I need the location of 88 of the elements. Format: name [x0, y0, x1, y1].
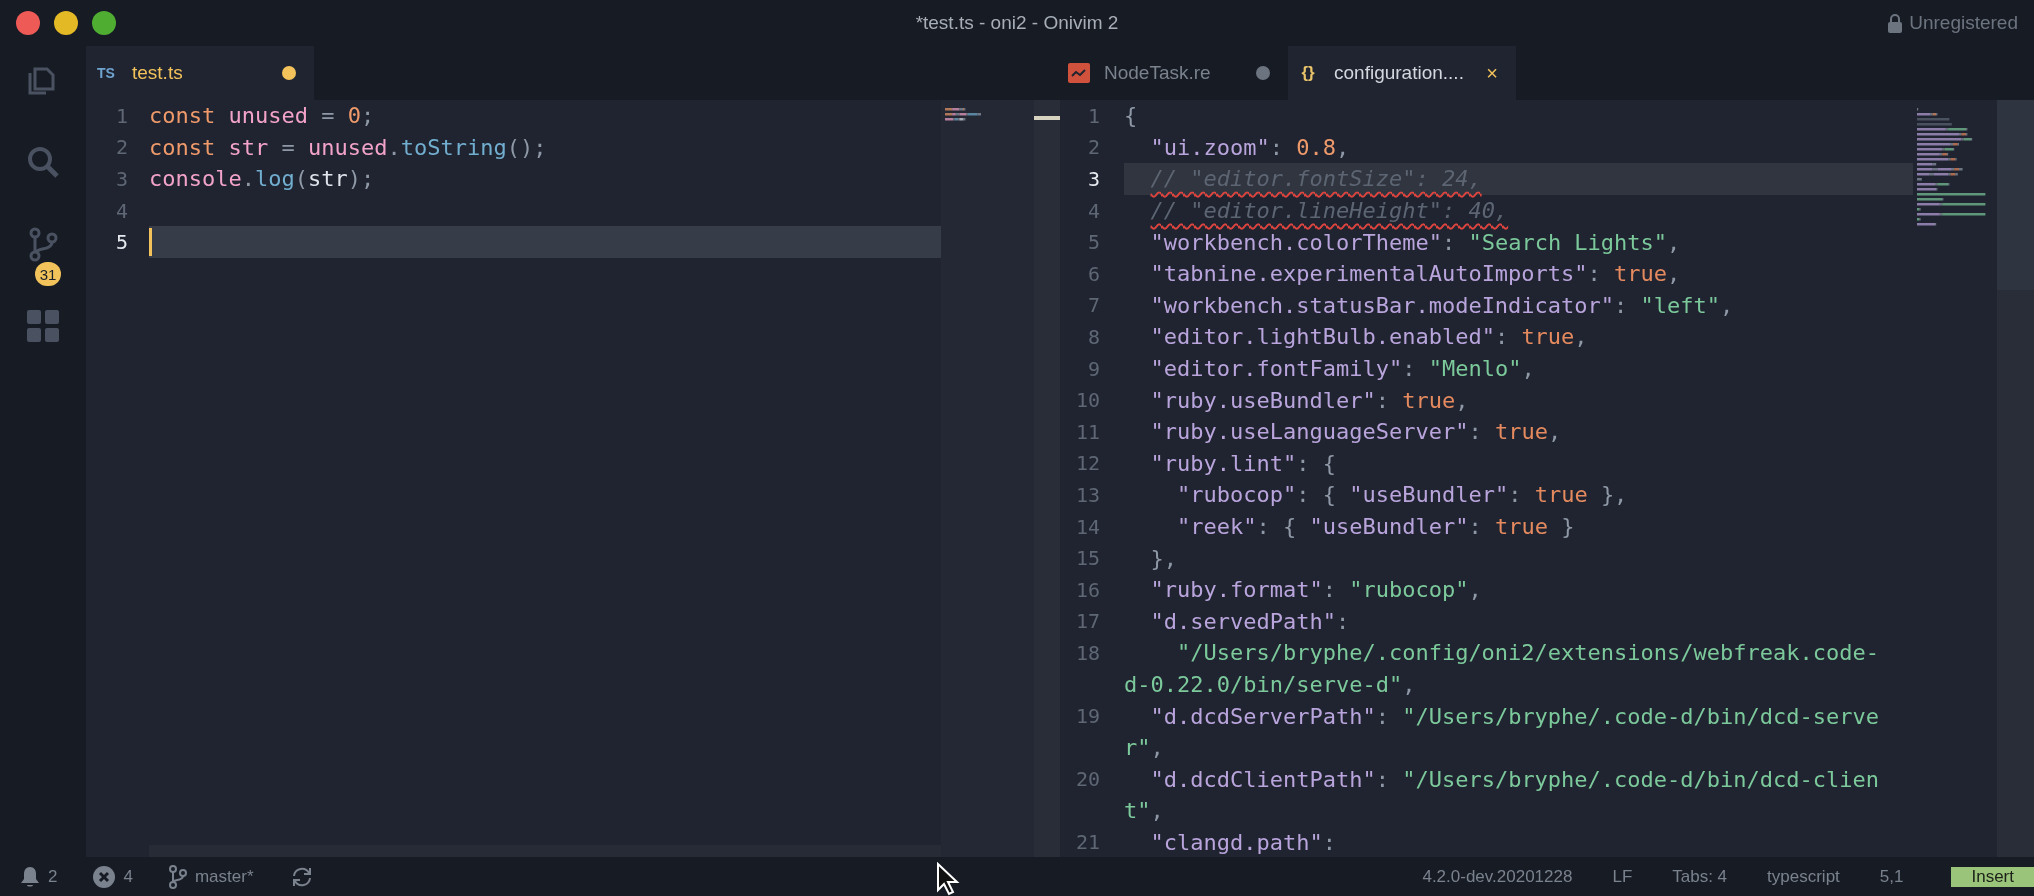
code-line: console.log(str);	[149, 166, 375, 192]
modified-dot	[1256, 66, 1270, 80]
status-item[interactable]: 5,1	[1879, 866, 1904, 887]
code-line: "ruby.format": "rubocop",	[1149, 577, 1482, 603]
modified-dot	[282, 66, 296, 80]
code-line: "rubocop": { "useBundler": true },	[1176, 482, 1628, 508]
code-line: "ui.zoom": 0.8,	[1149, 134, 1350, 160]
error-icon[interactable]	[93, 865, 116, 888]
code-line: "d.servedPath":	[1149, 608, 1350, 634]
vertical-scrollbar[interactable]	[1034, 100, 1060, 857]
status-item[interactable]: Tabs: 4	[1672, 866, 1728, 887]
code-line: "reek": { "useBundler": true }	[1176, 514, 1575, 539]
code-line: "d.dcdClientPath": "/Users/bryphe/.code-d/bin/dcd-clien	[1149, 766, 1879, 792]
lock-icon	[1887, 13, 1904, 33]
code-line: "workbench.colorTheme": "Search Lights",	[1149, 229, 1681, 255]
line-number: 4	[115, 198, 128, 223]
line-number: 3	[115, 167, 128, 191]
line-number: 8	[1087, 324, 1100, 349]
mode-indicator: Insert	[1951, 866, 2034, 887]
status-item[interactable]: master*	[194, 866, 254, 887]
code-line: "ruby.useLanguageServer": true,	[1149, 419, 1562, 445]
editor-tab[interactable]: TS test.ts	[86, 46, 314, 100]
line-number: 12	[1075, 451, 1100, 476]
search-icon[interactable]	[25, 144, 61, 180]
file-type-icon: {}	[1296, 63, 1320, 83]
tab-label: NodeTask.re	[1104, 62, 1212, 84]
code-line: "editor.lightBulb.enabled": true,	[1149, 324, 1588, 350]
code-line: "clangd.path":	[1149, 829, 1336, 855]
line-number: 18	[1075, 640, 1100, 665]
line-number: 20	[1075, 767, 1100, 792]
line-number: 4	[1087, 198, 1100, 223]
bell-icon[interactable]	[20, 865, 40, 888]
status-item[interactable]: LF	[1612, 866, 1633, 887]
line-number: 7	[1087, 293, 1100, 318]
line-number: 5	[115, 230, 128, 255]
line-number: 1	[1087, 103, 1100, 128]
line-number: 2	[1087, 135, 1100, 160]
line-number: 21	[1075, 830, 1100, 855]
window-zoom-button[interactable]	[92, 11, 116, 35]
code-line: "d.dcdServerPath": "/Users/bryphe/.code-d/bin/dcd-serve	[1149, 703, 1879, 729]
code-line: t",	[1124, 798, 1164, 824]
line-number: 14	[1075, 514, 1100, 539]
file-type-icon: TS	[94, 65, 118, 81]
code-line: "/Users/bryphe/.config/oni2/extensions/webfreak.code-	[1176, 640, 1879, 666]
tab-label: configuration....	[1334, 62, 1465, 84]
branch-icon[interactable]	[168, 864, 187, 889]
tab-label: test.ts	[132, 62, 184, 84]
code-line: const str = unused.toString();	[149, 134, 547, 160]
code-line: "workbench.statusBar.modeIndicator": "left",	[1149, 292, 1734, 318]
line-number: 9	[1087, 356, 1100, 381]
editor-tab[interactable]: {} configuration.... ×	[1288, 46, 1516, 100]
line-number: 19	[1075, 704, 1100, 729]
line-number: 3	[1087, 167, 1100, 191]
count-badge: 31	[35, 262, 61, 286]
code-line: {	[1124, 103, 1138, 129]
code-line: d-0.22.0/bin/serve-d",	[1124, 672, 1416, 697]
vertical-scrollbar[interactable]	[1997, 100, 2034, 857]
code-line: "editor.fontFamily": "Menlo",	[1149, 356, 1535, 382]
window-close-button[interactable]	[16, 11, 40, 35]
status-item[interactable]: 2	[48, 866, 58, 887]
close-icon[interactable]: ×	[1486, 61, 1498, 85]
line-number: 11	[1075, 419, 1100, 444]
status-item[interactable]: 4	[123, 866, 133, 887]
status-item[interactable]: typescript	[1767, 866, 1840, 887]
code-line: "ruby.lint": {	[1149, 450, 1336, 476]
line-number: 17	[1075, 609, 1100, 634]
editor-tab[interactable]: NodeTask.re	[1060, 46, 1288, 100]
line-number: 2	[115, 135, 128, 160]
line-number: 6	[1087, 261, 1100, 286]
line-number: 1	[115, 103, 128, 128]
line-number: 16	[1075, 577, 1100, 602]
line-number: 15	[1075, 546, 1100, 571]
code-line: "ruby.useBundler": true,	[1149, 387, 1469, 413]
code-line: // "editor.lineHeight": 40,	[1149, 198, 1509, 224]
status-item[interactable]: 4.2.0-dev.20201228	[1422, 866, 1573, 887]
code-line: const unused = 0;	[149, 103, 375, 129]
code-line: r",	[1124, 735, 1164, 761]
mouse-pointer-icon	[936, 862, 960, 896]
file-type-icon	[1068, 63, 1090, 83]
line-number: 13	[1075, 482, 1100, 507]
code-line: "tabnine.experimentalAutoImports": true,	[1149, 261, 1681, 287]
window-minimize-button[interactable]	[54, 11, 78, 35]
extensions-icon[interactable]	[25, 308, 61, 344]
license-status: Unregistered	[1909, 12, 2018, 34]
line-number: 10	[1075, 388, 1100, 413]
window-title: *test.ts - oni2 - Onivim 2	[915, 12, 1119, 33]
code-line: },	[1149, 545, 1177, 571]
line-number: 5	[1087, 230, 1100, 255]
